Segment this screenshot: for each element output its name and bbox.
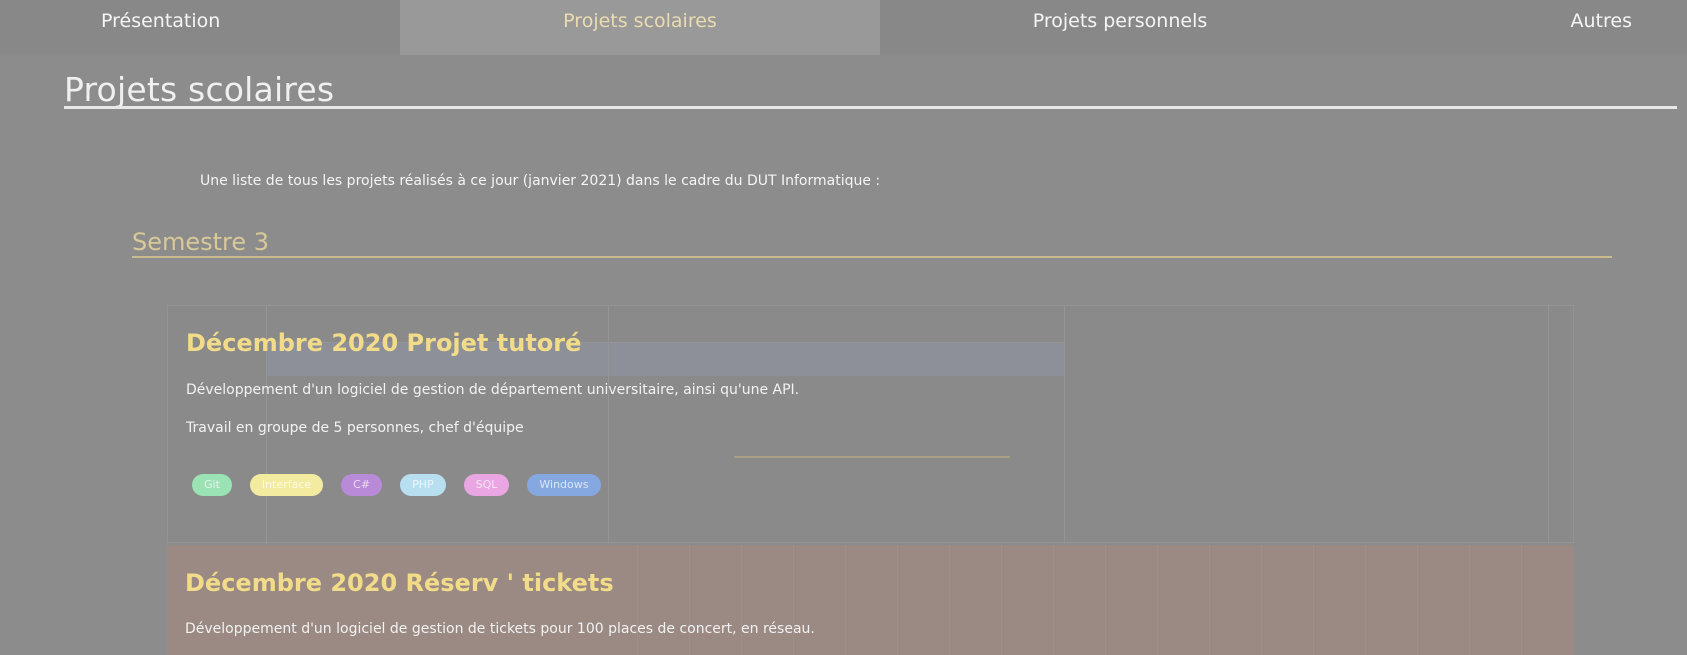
- preview-grid-line: [741, 545, 792, 655]
- tab-presentation[interactable]: Présentation: [0, 0, 400, 55]
- tag-php: PHP: [400, 474, 446, 496]
- preview-accent-line: [734, 456, 1010, 458]
- project-card-reserv-tickets[interactable]: Décembre 2020 Réserv ' tickets Développe…: [167, 545, 1574, 655]
- tag-interface: Interface: [249, 474, 324, 496]
- tag-csharp: C#: [341, 474, 383, 496]
- preview-grid-line: [1261, 545, 1312, 655]
- preview-grid-line: [1157, 545, 1208, 655]
- top-navigation: Présentation Projets scolaires Projets p…: [0, 0, 1687, 55]
- tab-projets-personnels[interactable]: Projets personnels: [880, 0, 1360, 55]
- tab-autres[interactable]: Autres: [1360, 0, 1687, 55]
- preview-grid-line: [1521, 545, 1572, 655]
- tag-git: Git: [192, 474, 232, 496]
- project-description: Développement d'un logiciel de gestion d…: [185, 621, 815, 637]
- project-preview-image: [167, 545, 1574, 655]
- preview-grid-line: [897, 545, 948, 655]
- project-description: Développement d'un logiciel de gestion d…: [186, 382, 800, 398]
- preview-grid-line: [1105, 545, 1156, 655]
- preview-grid-line: [1209, 545, 1260, 655]
- semester-title: Semestre 3: [132, 228, 270, 256]
- preview-divider: [1548, 306, 1549, 544]
- tag-sql: SQL: [463, 474, 510, 496]
- preview-grid-line: [1313, 545, 1364, 655]
- preview-grid-line: [689, 545, 740, 655]
- project-details: Travail en groupe de 5 personnes, chef d…: [186, 420, 524, 436]
- project-card-projet-tutore[interactable]: Décembre 2020 Projet tutoré Développemen…: [167, 305, 1574, 544]
- preview-grid-line: [1365, 545, 1416, 655]
- title-divider: [64, 106, 1677, 109]
- preview-divider: [1064, 306, 1065, 544]
- tag-windows: Windows: [527, 474, 601, 496]
- preview-grid-line: [845, 545, 896, 655]
- tech-tags: Git Interface C# PHP SQL Windows: [192, 474, 619, 496]
- project-title: Décembre 2020 Projet tutoré: [186, 329, 582, 357]
- preview-grid-line: [1469, 545, 1520, 655]
- semester-divider: [132, 256, 1612, 258]
- page-title: Projets scolaires: [64, 70, 335, 109]
- preview-grid-line: [949, 545, 1000, 655]
- preview-grid-line: [793, 545, 844, 655]
- intro-text: Une liste de tous les projets réalisés à…: [200, 173, 881, 189]
- preview-grid-line: [637, 545, 688, 655]
- project-title: Décembre 2020 Réserv ' tickets: [185, 569, 614, 597]
- preview-grid-line: [1001, 545, 1052, 655]
- preview-grid-line: [1417, 545, 1468, 655]
- tab-projets-scolaires[interactable]: Projets scolaires: [400, 0, 880, 55]
- preview-grid-line: [1053, 545, 1104, 655]
